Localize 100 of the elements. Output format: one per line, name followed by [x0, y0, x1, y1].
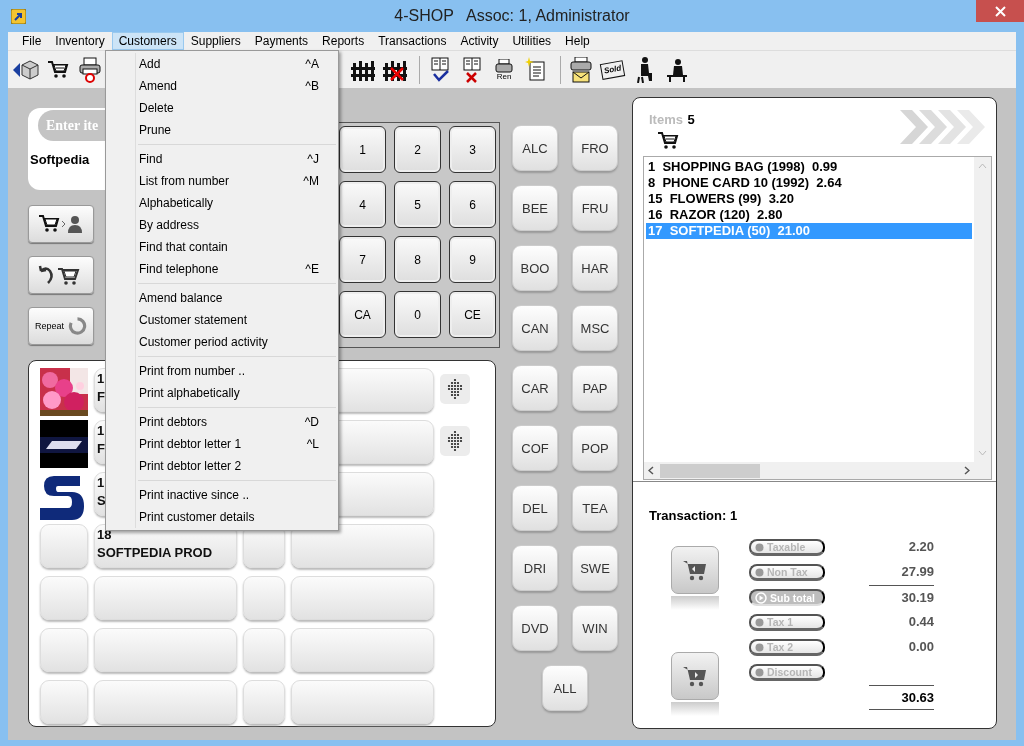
product-price-button[interactable] — [291, 628, 434, 672]
product-image-button[interactable] — [40, 524, 88, 568]
keypad-key[interactable]: 2 — [394, 126, 441, 173]
product-image-button[interactable] — [40, 680, 88, 724]
category-button[interactable]: DRI — [512, 545, 558, 591]
menu-item[interactable]: Utilities — [505, 32, 559, 50]
keypad-key[interactable]: CA — [339, 291, 386, 338]
menu-option[interactable]: Find telephone ^E — [106, 258, 338, 280]
menu-item[interactable]: Payments — [247, 32, 316, 50]
menu-option[interactable]: Add ^A — [106, 53, 338, 75]
product-price-button[interactable] — [291, 680, 434, 724]
category-button[interactable]: FRU — [572, 185, 618, 231]
category-button[interactable]: MSC — [572, 305, 618, 351]
category-button[interactable]: CAN — [512, 305, 558, 351]
cart-left-icon — [682, 558, 708, 582]
keypad-key[interactable]: 8 — [394, 236, 441, 283]
cart-to-customer-button[interactable] — [28, 205, 94, 243]
bullet-icon — [755, 567, 764, 577]
printer-envelope-icon[interactable] — [567, 55, 595, 84]
menu-item[interactable]: Help — [558, 32, 597, 50]
scroll-left-icon[interactable] — [648, 466, 654, 475]
menu-item[interactable]: File — [15, 32, 49, 50]
menu-option[interactable]: Print debtors ^D — [106, 411, 338, 433]
menu-option[interactable]: Print debtor letter 1 ^L — [106, 433, 338, 455]
product-quantity-button[interactable] — [243, 576, 285, 620]
category-button[interactable]: BOO — [512, 245, 558, 291]
list-item[interactable]: 15 FLOWERS (99) 3.20 — [646, 191, 972, 207]
menu-option[interactable]: Print from number .. — [106, 360, 338, 382]
product-button[interactable] — [94, 628, 237, 672]
keypad-key[interactable]: 5 — [394, 181, 441, 228]
keypad-key[interactable]: 6 — [449, 181, 496, 228]
category-button[interactable]: FRO — [572, 125, 618, 171]
menu-option[interactable]: Find ^J — [106, 148, 338, 170]
menu-item[interactable]: Inventory — [48, 32, 112, 50]
keypad-icon[interactable] — [440, 426, 470, 456]
product-image-button[interactable] — [40, 576, 88, 620]
bullet-icon — [755, 542, 764, 552]
category-button[interactable]: TEA — [572, 485, 618, 531]
product-quantity-button[interactable] — [243, 628, 285, 672]
category-button[interactable]: BEE — [512, 185, 558, 231]
keypad-key[interactable]: 9 — [449, 236, 496, 283]
keypad-key[interactable]: CE — [449, 291, 496, 338]
repeat-icon — [68, 314, 87, 338]
scroll-up-icon[interactable] — [978, 163, 987, 169]
keypad-key[interactable]: 4 — [339, 181, 386, 228]
printer-icon[interactable] — [76, 55, 104, 84]
menu-item[interactable]: Customers — [111, 32, 184, 50]
product-button[interactable] — [94, 680, 237, 724]
menu-option[interactable]: Amend ^B — [106, 75, 338, 97]
category-button[interactable]: HAR — [572, 245, 618, 291]
vertical-scrollbar[interactable] — [974, 157, 991, 462]
horizontal-scrollbar[interactable] — [644, 462, 974, 479]
product-price-button[interactable] — [291, 524, 434, 568]
menu-option[interactable]: Print inactive since .. — [106, 484, 338, 506]
total-value: 2.20 — [907, 538, 934, 556]
menu-option[interactable]: Customer period activity — [106, 331, 338, 353]
menu-option[interactable]: Amend balance — [106, 287, 338, 309]
product-button[interactable] — [94, 576, 237, 620]
menu-option[interactable]: Print alphabetically — [106, 382, 338, 404]
return-cart-button[interactable] — [28, 256, 94, 294]
product-price-button[interactable] — [291, 576, 434, 620]
category-button[interactable]: DEL — [512, 485, 558, 531]
category-button[interactable]: POP — [572, 425, 618, 471]
menu-option[interactable]: List from number ^M — [106, 170, 338, 192]
keypad-key[interactable]: 0 — [394, 291, 441, 338]
category-button[interactable]: ALC — [512, 125, 558, 171]
list-item[interactable]: 8 PHONE CARD 10 (1992) 2.64 — [646, 175, 972, 191]
category-button[interactable]: WIN — [572, 605, 618, 651]
category-button[interactable]: PAP — [572, 365, 618, 411]
total-value: 27.99 — [900, 563, 934, 581]
menu-option[interactable]: By address — [106, 214, 338, 236]
category-button[interactable]: COF — [512, 425, 558, 471]
menu-option[interactable]: Print debtor letter 2 — [106, 455, 338, 477]
next-cart-button[interactable] — [671, 652, 719, 700]
repeat-button[interactable]: Repeat — [28, 307, 94, 345]
menu-item[interactable]: Activity — [453, 32, 506, 50]
keypad-key[interactable]: 1 — [339, 126, 386, 173]
scroll-down-icon[interactable] — [978, 450, 987, 456]
close-button[interactable] — [976, 0, 1024, 22]
menu-item[interactable]: Reports — [315, 32, 372, 50]
menu-item[interactable]: Transactions — [371, 32, 454, 50]
category-button[interactable]: DVD — [512, 605, 558, 651]
menu-option[interactable]: Customer statement — [106, 309, 338, 331]
category-button[interactable]: CAR — [512, 365, 558, 411]
menu-option[interactable]: Alphabetically — [106, 192, 338, 214]
category-button[interactable]: SWE — [572, 545, 618, 591]
scrollbar-thumb[interactable] — [660, 463, 760, 478]
previous-cart-button[interactable] — [671, 546, 719, 594]
list-item[interactable]: 16 RAZOR (120) 2.80 — [646, 207, 972, 223]
product-image-button[interactable] — [40, 628, 88, 672]
keypad-key[interactable]: 3 — [449, 126, 496, 173]
keypad-key[interactable]: 7 — [339, 236, 386, 283]
reprint-button[interactable]: Ren — [490, 55, 518, 84]
menu-option[interactable]: Find that contain — [106, 236, 338, 258]
menu-item[interactable]: Suppliers — [183, 32, 248, 50]
keypad-icon[interactable] — [440, 374, 470, 404]
category-button[interactable]: ALL — [542, 665, 588, 711]
scroll-right-icon[interactable] — [964, 466, 970, 475]
product-quantity-button[interactable] — [243, 680, 285, 724]
list-item[interactable]: 1 SHOPPING BAG (1998) 0.99 — [646, 159, 972, 175]
